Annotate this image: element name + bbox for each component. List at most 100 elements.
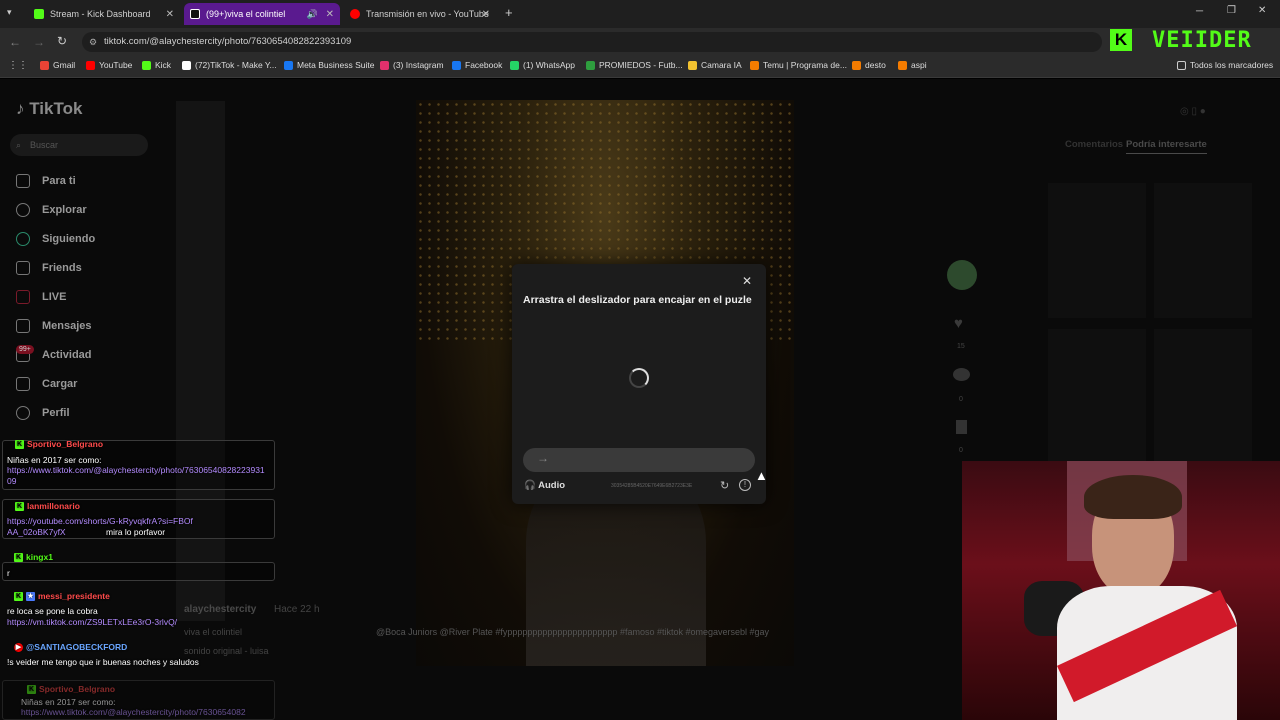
creator-avatar[interactable]: [947, 260, 977, 290]
restore-button[interactable]: ❐: [1227, 5, 1236, 16]
bookmark-item[interactable]: (72)TikTok - Make Y...: [182, 60, 277, 70]
minimize-button[interactable]: ─: [1196, 6, 1203, 17]
nav-cargar[interactable]: Cargar: [16, 377, 77, 391]
related-thumb[interactable]: [1154, 183, 1252, 318]
audio-button[interactable]: 🎧 Audio: [524, 480, 565, 491]
chat-link[interactable]: https://vm.tiktok.com/ZS9LETxLEe3rO-3rlv…: [7, 617, 177, 627]
apps-icon[interactable]: ⋮⋮: [8, 60, 28, 71]
kick-logo-k: K: [1110, 29, 1132, 51]
nav-label: Cargar: [42, 378, 78, 390]
comment-icon[interactable]: [953, 368, 970, 381]
bookmark-item[interactable]: Meta Business Suite: [284, 60, 374, 70]
bookmark-item[interactable]: Facebook: [452, 60, 502, 70]
slider-handle-arrow-icon[interactable]: →: [537, 451, 549, 465]
bookmark-favicon-icon: [750, 60, 759, 70]
chat-link[interactable]: https://youtube.com/shorts/G-kRyvqkfrA?s…: [7, 516, 197, 538]
chat-link[interactable]: https://www.tiktok.com/@alaychestercity/…: [7, 465, 269, 487]
home-icon: [16, 174, 30, 188]
nav-live[interactable]: LIVE: [16, 290, 66, 304]
nav-perfil[interactable]: Perfil: [16, 406, 70, 420]
compass-icon: [16, 203, 30, 217]
header-icons[interactable]: ◎ ▯ ●: [1180, 106, 1206, 117]
bookmark-item[interactable]: aspi: [898, 60, 927, 70]
back-icon[interactable]: ←: [9, 35, 21, 49]
nav-siguiendo[interactable]: Siguiendo: [16, 232, 95, 246]
refresh-icon[interactable]: ↻: [720, 479, 729, 492]
nav-para-ti[interactable]: Para ti: [16, 174, 76, 188]
bookmark-label: Gmail: [53, 60, 76, 70]
shirt-stripe: [1056, 589, 1238, 703]
chat-text: r: [7, 568, 10, 578]
bookmark-item[interactable]: YouTube: [86, 60, 132, 70]
all-bookmarks[interactable]: Todos los marcadores: [1177, 60, 1273, 70]
bookmark-favicon-icon: [86, 60, 95, 70]
chat-username: ▶ @SANTIAGOBECKFORD: [14, 642, 127, 653]
bookmark-label: Meta Business Suite: [297, 60, 375, 70]
bookmark-item[interactable]: PROMIEDOS - Futb...: [586, 60, 683, 70]
related-thumb[interactable]: [1048, 183, 1146, 318]
tab-tiktok[interactable]: (99+)viva el colintiel 🔊 ✕: [184, 3, 340, 25]
close-window-button[interactable]: ✕: [1258, 5, 1266, 16]
related-thumb[interactable]: [1048, 329, 1146, 464]
related-thumb[interactable]: [1154, 329, 1252, 464]
nav-mensajes[interactable]: Mensajes: [16, 319, 92, 333]
nav-explorar[interactable]: Explorar: [16, 203, 87, 217]
tab-youtube[interactable]: Transmisión en vivo - YouTube ✕: [344, 3, 496, 25]
bookmark-item[interactable]: Temu | Programa de...: [750, 60, 847, 70]
nav-label: Para ti: [42, 175, 76, 187]
chat-text: Niñas en 2017 ser como:: [7, 455, 102, 465]
bookmark-item[interactable]: (1) WhatsApp: [510, 60, 575, 70]
tab-kick-dashboard[interactable]: Stream - Kick Dashboard ✕: [28, 3, 180, 25]
site-info-icon[interactable]: ⚙: [89, 32, 97, 52]
bookmark-item[interactable]: desto: [852, 60, 886, 70]
bookmark-favicon-icon: [688, 60, 697, 70]
tiktok-icon: [190, 9, 200, 19]
close-icon[interactable]: ✕: [742, 274, 752, 288]
tab-comentarios[interactable]: Comentarios: [1065, 139, 1123, 150]
bookmark-favicon-icon: [452, 60, 461, 70]
captcha-modal: ✕ Arrastra el deslizador para encajar en…: [512, 264, 766, 504]
search-input[interactable]: ⌕ Buscar: [10, 134, 148, 156]
info-icon[interactable]: !: [739, 479, 751, 491]
bookmark-label: YouTube: [99, 60, 133, 70]
chat-message: [2, 562, 275, 581]
bookmark-label: (1) WhatsApp: [523, 60, 575, 70]
kick-badge-icon: K: [15, 440, 24, 450]
bookmark-item[interactable]: Gmail: [40, 60, 75, 70]
audio-icon[interactable]: 🔊: [307, 9, 318, 20]
bookmark-label: Kick: [155, 60, 172, 70]
mouse-cursor: ▲: [755, 468, 768, 483]
bookmark-label: Temu | Programa de...: [763, 60, 847, 70]
tiktok-logo-text: TikTok: [29, 99, 83, 118]
activity-badge: 99+: [16, 345, 34, 354]
like-icon[interactable]: ♥: [954, 315, 963, 332]
tab-podria-interesarte[interactable]: Podría interesarte: [1126, 139, 1207, 154]
post-sound[interactable]: sonido original - luisa: [184, 646, 269, 656]
address-bar[interactable]: ⚙ tiktok.com/@alaychestercity/photo/7630…: [82, 32, 1102, 52]
tiktok-logo: ♪ TikTok: [16, 99, 82, 119]
captcha-code: 30354285B4520E7649E6B2723E3E: [611, 483, 693, 489]
new-tab-button[interactable]: +: [505, 5, 513, 20]
browser-tab-bar: ▾ Stream - Kick Dashboard ✕ (99+)viva el…: [0, 0, 1280, 28]
chat-link[interactable]: https://www.tiktok.com/@alaychestercity/…: [21, 707, 246, 717]
youtube-icon: [350, 9, 360, 19]
bookmark-item[interactable]: Camara IA: [688, 60, 742, 70]
forward-icon[interactable]: →: [33, 35, 45, 49]
close-icon[interactable]: ✕: [166, 9, 174, 20]
streamer-shirt: [1056, 586, 1238, 720]
streamer-hair: [1084, 475, 1182, 519]
bookmark-item[interactable]: Kick: [142, 60, 171, 70]
comment-count: 0: [959, 396, 963, 403]
profile-icon: [16, 406, 30, 420]
post-author[interactable]: alaychestercity: [184, 604, 256, 615]
bookmark-item[interactable]: (3) Instagram: [380, 60, 444, 70]
folder-icon: [1177, 60, 1186, 70]
nav-label: Explorar: [42, 204, 87, 216]
tab-search-icon[interactable]: ▾: [7, 7, 19, 19]
close-icon[interactable]: ✕: [482, 9, 490, 20]
reload-icon[interactable]: ↻: [57, 34, 67, 48]
captcha-slider-track[interactable]: →: [523, 448, 755, 472]
bookmark-icon[interactable]: [956, 420, 967, 434]
close-icon[interactable]: ✕: [326, 9, 334, 20]
nav-friends[interactable]: Friends: [16, 261, 82, 275]
